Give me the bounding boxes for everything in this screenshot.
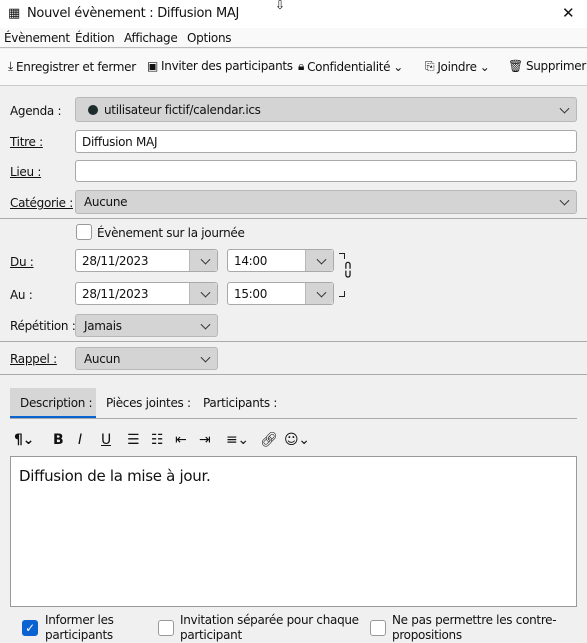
invite-button[interactable]: ▣ Inviter des participants bbox=[147, 59, 293, 73]
bold-button[interactable]: B bbox=[53, 432, 64, 448]
tab-participants[interactable]: Participants : bbox=[203, 396, 277, 410]
align-icon[interactable]: ≡⌄ bbox=[226, 432, 249, 448]
download-icon: ⤓ bbox=[8, 59, 14, 73]
emoji-icon[interactable]: ☺⌄ bbox=[284, 432, 310, 448]
calendar-icon: ▦ bbox=[8, 6, 20, 21]
menu-evenement[interactable]: Évènement bbox=[4, 31, 70, 45]
date-dropdown-button[interactable] bbox=[189, 283, 217, 304]
chevron-down-icon bbox=[316, 254, 327, 265]
date-dropdown-button[interactable] bbox=[189, 250, 217, 271]
no-counter-label: Ne pas permettre les contre-propositions bbox=[392, 613, 557, 642]
notify-checkbox[interactable]: ✓ bbox=[22, 620, 38, 636]
lock-icon: 🔒︎ bbox=[298, 59, 305, 73]
from-label: Du : bbox=[10, 255, 34, 269]
repeat-select[interactable]: Jamais bbox=[75, 314, 218, 337]
menu-options[interactable]: Options bbox=[187, 31, 232, 45]
link-icon[interactable]: 🔗︎ bbox=[260, 432, 278, 448]
numbered-list-icon[interactable]: ☷ bbox=[151, 432, 164, 448]
time-dropdown-button[interactable] bbox=[305, 283, 333, 304]
from-time-input[interactable]: 14:00 bbox=[227, 249, 334, 272]
to-time-value: 15:00 bbox=[234, 286, 268, 301]
tab-description-label: Description : bbox=[20, 396, 93, 410]
attach-button[interactable]: ⎘ Joindre ⌄ bbox=[425, 59, 490, 74]
privacy-button[interactable]: 🔒︎ Confidentialité ⌄ bbox=[298, 59, 403, 74]
agenda-value: utilisateur fictif/calendar.ics bbox=[104, 102, 261, 117]
time-dropdown-button[interactable] bbox=[305, 250, 333, 271]
reminder-value: Aucun bbox=[84, 351, 121, 366]
italic-button[interactable]: I bbox=[78, 432, 82, 448]
close-button[interactable]: ✕ bbox=[562, 4, 575, 22]
chevron-down-icon bbox=[316, 287, 327, 298]
chevron-down-icon bbox=[200, 352, 211, 363]
to-date-input[interactable]: 28/11/2023 bbox=[75, 282, 218, 305]
invite-label: Inviter des participants bbox=[161, 59, 293, 73]
indent-icon[interactable]: ⇥ bbox=[199, 432, 211, 448]
save-label: Enregistrer et fermer bbox=[16, 59, 136, 74]
allday-label: Évènement sur la journée bbox=[97, 226, 245, 240]
tab-description[interactable]: Description : bbox=[10, 388, 96, 418]
from-date-value: 28/11/2023 bbox=[82, 253, 149, 268]
chevron-down-icon: ⌄ bbox=[479, 59, 490, 74]
chevron-down-icon bbox=[559, 103, 570, 114]
calendar-color-dot bbox=[88, 104, 98, 115]
menu-edition[interactable]: Édition bbox=[75, 31, 115, 45]
from-time-value: 14:00 bbox=[234, 253, 268, 268]
title-input[interactable]: Diffusion MAJ bbox=[75, 130, 577, 153]
paragraph-format-button[interactable]: ¶⌄ bbox=[14, 432, 34, 448]
separate-invite-checkbox[interactable] bbox=[158, 620, 174, 636]
to-label: Au : bbox=[10, 288, 33, 302]
cursor-icon: ⇩ bbox=[275, 0, 285, 12]
bullet-list-icon[interactable]: ☰ bbox=[127, 432, 140, 448]
category-value: Aucune bbox=[84, 195, 128, 209]
category-label: Catégorie : bbox=[10, 196, 73, 210]
menu-bar: Évènement Édition Affichage Options bbox=[0, 28, 587, 48]
delete-label: Supprimer bbox=[525, 59, 586, 73]
agenda-label: Agenda : bbox=[10, 104, 62, 118]
paperclip-icon: ⎘ bbox=[425, 59, 435, 73]
chain-link-icon: ⊂⊃ bbox=[341, 260, 355, 279]
underline-button[interactable]: U bbox=[101, 432, 111, 448]
title-label: Titre : bbox=[10, 135, 43, 149]
trash-icon: 🗑︎ bbox=[508, 59, 523, 73]
delete-button[interactable]: 🗑︎ Supprimer bbox=[508, 59, 586, 73]
title-bar: ▦ Nouvel évènement : Diffusion MAJ ⇩ ✕ bbox=[0, 0, 587, 28]
reminder-select[interactable]: Aucun bbox=[75, 347, 218, 370]
reminder-label: Rappel : bbox=[10, 352, 57, 366]
chevron-down-icon bbox=[200, 319, 211, 330]
contact-icon: ▣ bbox=[147, 59, 159, 73]
chevron-down-icon bbox=[559, 195, 570, 206]
privacy-label: Confidentialité bbox=[307, 59, 391, 74]
separate-invite-label: Invitation séparée pour chaque participa… bbox=[180, 613, 359, 642]
agenda-select[interactable]: utilisateur fictif/calendar.ics bbox=[75, 97, 577, 122]
menu-affichage[interactable]: Affichage bbox=[124, 31, 178, 45]
save-close-button[interactable]: ⤓ Enregistrer et fermer bbox=[8, 59, 136, 74]
repeat-label: Répétition : bbox=[10, 319, 76, 333]
outdent-icon[interactable]: ⇤ bbox=[175, 432, 187, 448]
allday-checkbox[interactable] bbox=[76, 224, 92, 240]
to-date-value: 28/11/2023 bbox=[82, 286, 149, 301]
from-date-input[interactable]: 28/11/2023 bbox=[75, 249, 218, 272]
location-input[interactable] bbox=[75, 160, 577, 182]
toolbar: ⤓ Enregistrer et fermer ▣ Inviter des part… bbox=[0, 49, 587, 85]
no-counter-checkbox[interactable] bbox=[370, 620, 386, 636]
description-editor[interactable]: Diffusion de la mise à jour. bbox=[10, 456, 577, 607]
description-text: Diffusion de la mise à jour. bbox=[19, 467, 211, 485]
notify-label: Informer les participants bbox=[45, 613, 114, 642]
chevron-down-icon: ⌄ bbox=[393, 59, 403, 74]
window-title: Nouvel évènement : Diffusion MAJ bbox=[27, 6, 239, 21]
attach-label: Joindre bbox=[437, 59, 477, 74]
repeat-value: Jamais bbox=[84, 318, 122, 333]
to-time-input[interactable]: 15:00 bbox=[227, 282, 334, 305]
location-label: Lieu : bbox=[10, 165, 42, 179]
title-value: Diffusion MAJ bbox=[82, 134, 158, 149]
tab-attachments[interactable]: Pièces jointes : bbox=[106, 396, 191, 410]
chevron-down-icon bbox=[200, 254, 211, 265]
category-select[interactable]: Aucune bbox=[75, 190, 577, 214]
chevron-down-icon bbox=[200, 287, 211, 298]
link-times-toggle[interactable]: ⊂⊃ bbox=[339, 253, 354, 301]
